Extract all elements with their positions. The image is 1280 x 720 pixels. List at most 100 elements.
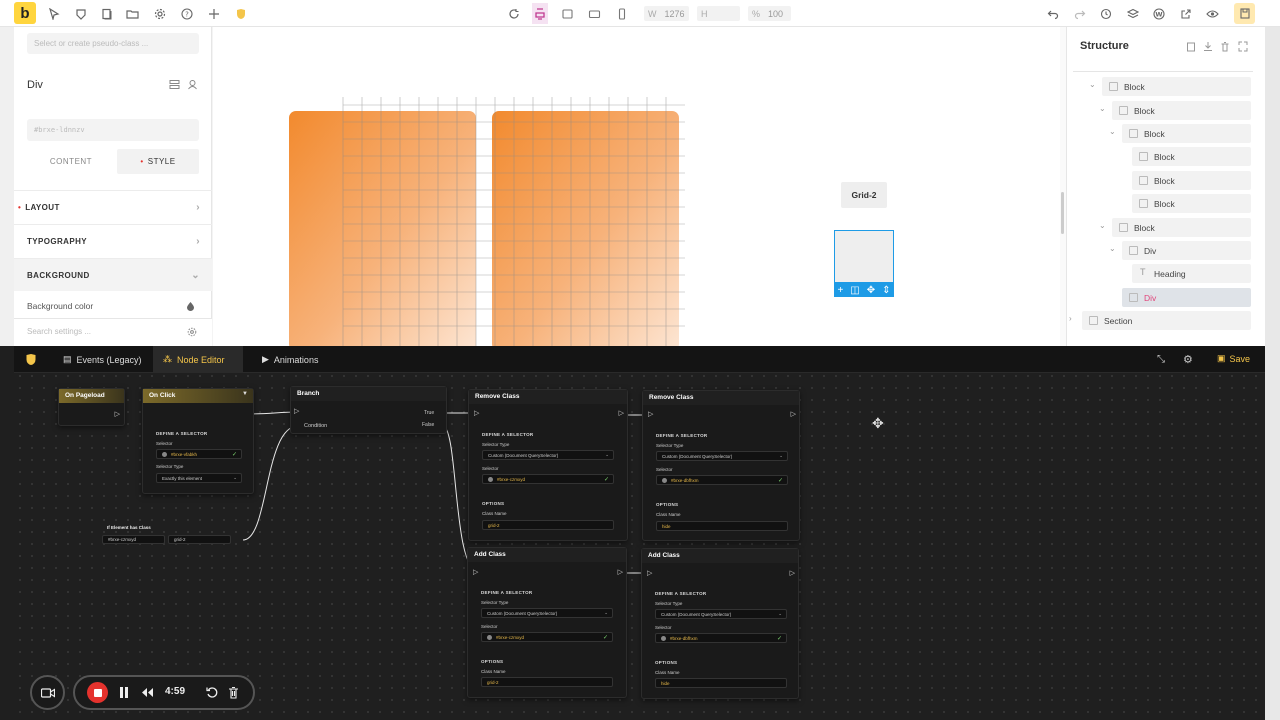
remove1-selector-type[interactable]: Custom (Document QuerySelector) ⌄ — [482, 450, 614, 460]
camera-button[interactable] — [30, 675, 65, 710]
add2-class-name[interactable]: hide — [655, 678, 787, 688]
chevron-right-icon[interactable]: › — [1069, 314, 1072, 323]
preview-eye-icon[interactable] — [1204, 5, 1221, 22]
add2-selector-type[interactable]: Custom (Document QuerySelector) ⌄ — [655, 609, 787, 619]
node-on-pageload[interactable]: On Pageload ▷ — [58, 388, 125, 426]
chevron-down-icon[interactable]: ⌄ — [1099, 104, 1106, 113]
input-port-icon[interactable]: ▷ — [294, 407, 299, 415]
selected-div-element[interactable] — [834, 230, 894, 283]
remove1-class-name[interactable]: grid-2 — [482, 520, 614, 530]
external-link-icon[interactable] — [1177, 5, 1194, 22]
input-port-icon[interactable]: ▷ — [474, 409, 479, 417]
structure-item-div-selected[interactable]: Div — [1122, 288, 1251, 307]
redo-icon[interactable] — [1071, 5, 1088, 22]
add1-selector-field[interactable]: #brxe-czmxyd ✓ — [481, 632, 613, 642]
add-element-icon[interactable]: + — [837, 285, 843, 296]
section-layout[interactable]: • LAYOUT › — [14, 190, 212, 223]
node-branch[interactable]: Branch ▷ Condition True False — [290, 386, 447, 434]
if-class-selector-input[interactable]: #brxe-czmxyd — [102, 535, 165, 544]
element-user-icon[interactable] — [187, 79, 198, 90]
node-remove-class-1[interactable]: Remove Class ▷ ▷ DEFINE A SELECTOR Selec… — [468, 389, 628, 541]
tablet-landscape-icon[interactable] — [559, 5, 576, 22]
output-port-icon[interactable]: ▷ — [618, 568, 623, 576]
expand-icon[interactable] — [1238, 41, 1248, 52]
input-port-icon[interactable]: ▷ — [473, 568, 478, 576]
clipboard-icon[interactable] — [1186, 41, 1196, 52]
remove2-selector-type[interactable]: Custom (Document QuerySelector) ⌄ — [656, 451, 788, 461]
wordpress-icon[interactable]: W — [1150, 5, 1167, 22]
node-remove-class-2[interactable]: Remove Class ▷ ▷ DEFINE A SELECTOR Selec… — [642, 390, 800, 541]
section-background[interactable]: BACKGROUND ⌄ — [14, 258, 212, 291]
folder-icon[interactable] — [124, 5, 141, 22]
node-if-element-has-class[interactable]: If Element has Class #brxe-czmxyd grid-2 — [102, 522, 247, 548]
search-settings-gear-icon[interactable] — [187, 327, 197, 337]
chevron-down-icon[interactable]: ⌄ — [1099, 221, 1106, 230]
remove2-class-name[interactable]: hide — [656, 521, 788, 531]
canvas-scrollbar-thumb[interactable] — [1061, 192, 1064, 234]
structure-item-block[interactable]: Block — [1132, 147, 1251, 166]
chevron-down-icon[interactable]: ⌄ — [1109, 127, 1116, 136]
structure-item-section[interactable]: › Section — [1069, 311, 1251, 330]
add1-class-name[interactable]: grid-2 — [481, 677, 613, 687]
height-field[interactable]: H — [697, 6, 740, 21]
zoom-field[interactable]: % 100 — [748, 6, 791, 21]
node-on-click[interactable]: On Click ▼ DEFINE A SELECTOR Selector #b… — [142, 388, 254, 494]
element-classes-icon[interactable] — [169, 79, 180, 90]
chevron-down-icon[interactable]: ▼ — [242, 391, 248, 397]
help-icon[interactable]: ? — [178, 5, 195, 22]
history-icon[interactable] — [1097, 5, 1114, 22]
node-add-class-1[interactable]: Add Class ▷ ▷ DEFINE A SELECTOR Selector… — [467, 547, 627, 698]
add2-selector-field[interactable]: #brxe-dbfhxm ✓ — [655, 633, 787, 643]
stop-record-button[interactable] — [87, 682, 108, 703]
settings-gear-icon[interactable] — [151, 5, 168, 22]
pause-button[interactable] — [119, 686, 129, 699]
builder-canvas[interactable]: Grid-2 + ◫ ✥ ⇕ — [213, 27, 1060, 347]
refresh-icon[interactable] — [505, 5, 522, 22]
add-icon[interactable] — [205, 5, 222, 22]
structure-item-div[interactable]: ⌄ Div — [1109, 241, 1251, 260]
add1-selector-type[interactable]: Custom (Document QuerySelector) ⌄ — [481, 608, 613, 618]
output-port-icon[interactable]: ▷ — [790, 569, 795, 577]
input-port-icon[interactable]: ▷ — [648, 410, 653, 418]
chevron-down-icon[interactable]: ⌄ — [1089, 80, 1096, 89]
pages-icon[interactable] — [98, 5, 115, 22]
rewind-button[interactable] — [141, 686, 154, 699]
section-typography[interactable]: TYPOGRAPHY › — [14, 224, 212, 257]
download-icon[interactable] — [1203, 41, 1213, 52]
on-click-selector-field[interactable]: #brxe-vfabkh ✓ — [156, 449, 242, 459]
input-port-icon[interactable]: ▷ — [647, 569, 652, 577]
tab-style[interactable]: • STYLE — [117, 149, 199, 174]
remove2-selector-field[interactable]: #brxe-dbfhxm ✓ — [656, 475, 788, 485]
restart-button[interactable] — [206, 686, 218, 699]
structure-item-block[interactable]: ⌄ Block — [1099, 218, 1251, 237]
cursor-icon[interactable] — [45, 5, 62, 22]
structure-item-block[interactable]: ⌄ Block — [1109, 124, 1251, 143]
trash-icon[interactable] — [1220, 41, 1230, 52]
chevron-down-icon[interactable]: ⌄ — [1109, 244, 1116, 253]
plugin-shield-icon[interactable] — [232, 5, 249, 22]
template-icon[interactable] — [72, 5, 89, 22]
output-port-icon[interactable]: ▷ — [791, 410, 796, 418]
layers-icon[interactable] — [1124, 5, 1141, 22]
structure-item-block[interactable]: Block — [1132, 194, 1251, 213]
tablet-icon[interactable] — [586, 5, 603, 22]
columns-icon[interactable]: ◫ — [850, 285, 859, 296]
resize-icon[interactable]: ⇕ — [882, 285, 890, 296]
undo-icon[interactable] — [1044, 5, 1061, 22]
structure-item-block[interactable]: Block — [1132, 171, 1251, 190]
grid-2-label-block[interactable]: Grid-2 — [841, 182, 887, 208]
width-field[interactable]: W 1276 — [644, 6, 689, 21]
structure-item-block[interactable]: ⌄ Block — [1099, 101, 1251, 120]
move-icon[interactable]: ✥ — [867, 285, 875, 296]
output-port-icon[interactable]: ▷ — [115, 410, 120, 418]
structure-item-block[interactable]: ⌄ Block — [1089, 77, 1251, 96]
bricks-logo[interactable]: b — [14, 2, 36, 24]
delete-recording-button[interactable] — [228, 686, 239, 699]
if-class-name-input[interactable]: grid-2 — [168, 535, 231, 544]
pseudo-class-input[interactable]: Select or create pseudo-class ... — [27, 33, 199, 54]
search-settings-input[interactable]: Search settings ... — [27, 327, 91, 336]
desktop-breakpoint-icon[interactable] — [532, 3, 548, 24]
structure-item-heading[interactable]: T Heading — [1132, 264, 1251, 283]
on-click-selector-type[interactable]: Exactly this element ⌄ — [156, 473, 242, 483]
mobile-icon[interactable] — [613, 5, 630, 22]
